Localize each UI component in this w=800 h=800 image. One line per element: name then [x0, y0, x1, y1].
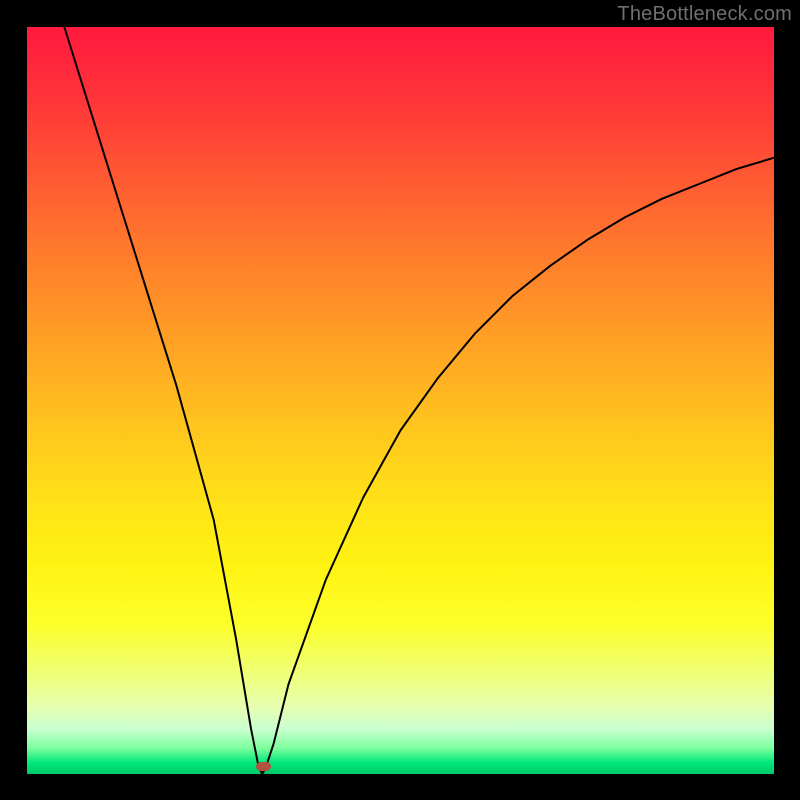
plot-area — [27, 27, 774, 774]
attribution-label: TheBottleneck.com — [617, 3, 792, 26]
chart-stage: TheBottleneck.com — [0, 0, 800, 800]
bottleneck-curve — [27, 27, 774, 774]
optimum-marker — [256, 762, 271, 771]
curve-path — [64, 27, 774, 774]
